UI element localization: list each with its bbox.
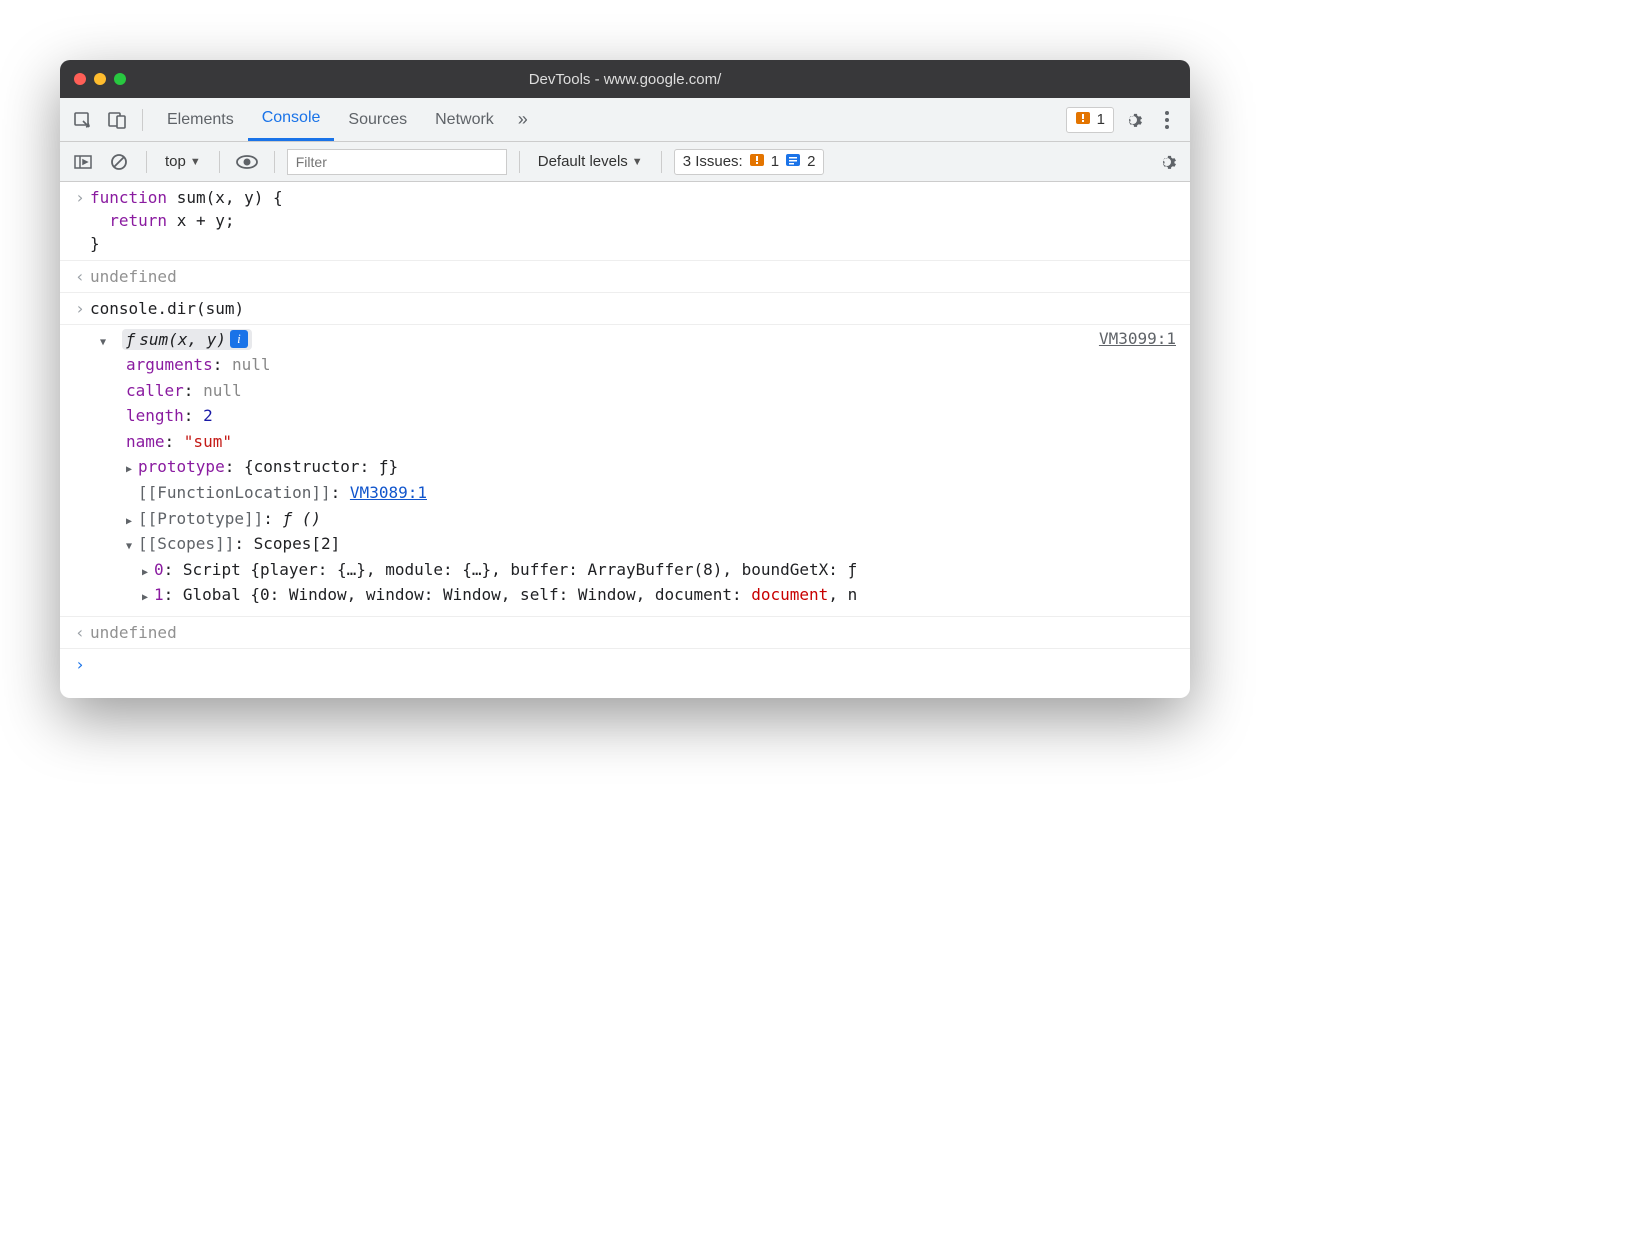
kebab-menu-icon[interactable] xyxy=(1152,105,1182,135)
device-toolbar-icon[interactable] xyxy=(102,105,132,135)
window-controls xyxy=(74,73,126,85)
scope-entry-0[interactable]: 0: Script {player: {…}, module: {…}, buf… xyxy=(126,557,1180,583)
close-window-button[interactable] xyxy=(74,73,86,85)
expand-toggle[interactable] xyxy=(126,454,138,480)
console-prompt-row[interactable]: › xyxy=(60,649,1190,698)
output-chevron-icon: ‹ xyxy=(70,265,90,288)
code-input: console.dir(sum) xyxy=(90,297,1180,320)
output-chevron-icon: ‹ xyxy=(70,621,90,644)
log-levels-selector[interactable]: Default levels ▼ xyxy=(532,150,649,173)
prop-length[interactable]: length: 2 xyxy=(126,403,1180,429)
filter-input[interactable] xyxy=(287,149,507,175)
console-input-row[interactable]: › function sum(x, y) { return x + y; } xyxy=(60,182,1190,261)
tab-sources[interactable]: Sources xyxy=(334,98,421,141)
undefined-output: undefined xyxy=(90,621,1180,644)
clear-console-icon[interactable] xyxy=(104,147,134,177)
levels-value: Default levels xyxy=(538,153,628,170)
prop-prototype-internal[interactable]: [[Prototype]]: ƒ () xyxy=(126,506,1180,532)
more-tabs-button[interactable]: » xyxy=(508,98,538,141)
property-list: arguments: null caller: null length: 2 n… xyxy=(70,352,1180,608)
tab-elements[interactable]: Elements xyxy=(153,98,248,141)
vm-link[interactable]: VM3089:1 xyxy=(350,483,427,502)
divider xyxy=(519,151,520,173)
console-toolbar: top ▼ Default levels ▼ 3 Issues: 1 2 xyxy=(60,142,1190,182)
info-count: 2 xyxy=(807,153,815,170)
sidebar-toggle-icon[interactable] xyxy=(68,147,98,177)
issue-count: 1 xyxy=(1097,111,1105,128)
settings-icon[interactable] xyxy=(1118,105,1148,135)
warn-count: 1 xyxy=(771,153,779,170)
issues-badge[interactable]: 1 xyxy=(1066,107,1114,133)
devtools-window: DevTools - www.google.com/ Elements Cons… xyxy=(60,60,1190,698)
input-chevron-icon: › xyxy=(70,297,90,320)
dir-output-block: VM3099:1 ƒ sum(x, y) i arguments: null c… xyxy=(60,325,1190,617)
undefined-output: undefined xyxy=(90,265,1180,288)
input-chevron-icon: › xyxy=(70,186,90,209)
minimize-window-button[interactable] xyxy=(94,73,106,85)
tab-console[interactable]: Console xyxy=(248,98,335,141)
divider xyxy=(274,151,275,173)
main-toolbar: Elements Console Sources Network » 1 xyxy=(60,98,1190,142)
prop-prototype[interactable]: prototype: {constructor: ƒ} xyxy=(126,454,1180,480)
info-icon xyxy=(785,153,801,171)
context-selector[interactable]: top ▼ xyxy=(159,150,207,173)
warning-icon xyxy=(749,153,765,171)
console-input-row[interactable]: › console.dir(sum) xyxy=(60,293,1190,325)
function-signature: sum(x, y) xyxy=(139,330,226,349)
expand-toggle[interactable] xyxy=(100,330,112,349)
context-value: top xyxy=(165,153,186,170)
inspect-icon[interactable] xyxy=(68,105,98,135)
chevron-down-icon: ▼ xyxy=(190,156,201,168)
expand-toggle[interactable] xyxy=(142,582,154,608)
titlebar: DevTools - www.google.com/ xyxy=(60,60,1190,98)
function-f-icon: ƒ xyxy=(126,330,136,349)
tab-network[interactable]: Network xyxy=(421,98,508,141)
issues-summary[interactable]: 3 Issues: 1 2 xyxy=(674,149,825,175)
expand-toggle[interactable] xyxy=(142,557,154,583)
prop-scopes[interactable]: [[Scopes]]: Scopes[2] xyxy=(126,531,1180,557)
console-output-row: ‹ undefined xyxy=(60,617,1190,649)
prop-name[interactable]: name: "sum" xyxy=(126,429,1180,455)
chevron-down-icon: ▼ xyxy=(632,156,643,168)
divider xyxy=(661,151,662,173)
divider xyxy=(142,109,143,131)
expand-toggle[interactable] xyxy=(126,531,138,557)
console-output: › function sum(x, y) { return x + y; } ‹… xyxy=(60,182,1190,698)
console-settings-icon[interactable] xyxy=(1152,147,1182,177)
prompt-chevron-icon: › xyxy=(70,653,90,676)
console-output-row: ‹ undefined xyxy=(60,261,1190,293)
divider xyxy=(219,151,220,173)
info-badge-icon[interactable]: i xyxy=(230,330,248,348)
prop-function-location[interactable]: [[FunctionLocation]]: VM3089:1 xyxy=(126,480,1180,506)
code-input: function sum(x, y) { return x + y; } xyxy=(90,186,1180,256)
panel-tabs: Elements Console Sources Network » xyxy=(153,98,538,141)
prop-caller[interactable]: caller: null xyxy=(126,378,1180,404)
window-title: DevTools - www.google.com/ xyxy=(60,71,1190,88)
function-header[interactable]: ƒ sum(x, y) i xyxy=(122,329,252,350)
warning-icon xyxy=(1075,111,1091,129)
live-expression-icon[interactable] xyxy=(232,147,262,177)
prop-arguments[interactable]: arguments: null xyxy=(126,352,1180,378)
divider xyxy=(146,151,147,173)
fullscreen-window-button[interactable] xyxy=(114,73,126,85)
scope-entry-1[interactable]: 1: Global {0: Window, window: Window, se… xyxy=(126,582,1180,608)
issues-label: 3 Issues: xyxy=(683,153,743,170)
expand-toggle[interactable] xyxy=(126,506,138,532)
